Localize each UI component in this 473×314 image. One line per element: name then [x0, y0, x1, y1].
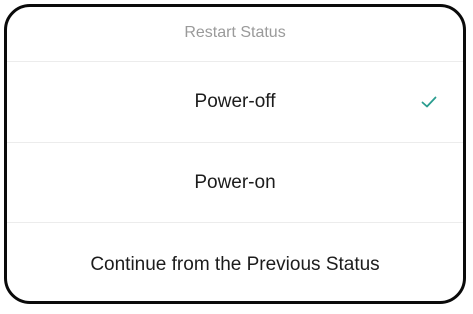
- option-power-on[interactable]: Power-on: [7, 143, 463, 222]
- option-label: Continue from the Previous Status: [90, 254, 380, 275]
- option-label: Power-on: [194, 171, 276, 193]
- option-continue-previous-status[interactable]: Continue from the Previous Status: [7, 223, 463, 301]
- restart-status-dialog: Restart Status Power-off Power-on Contin…: [4, 4, 466, 304]
- option-power-off[interactable]: Power-off: [7, 62, 463, 142]
- option-label: Power-off: [194, 91, 276, 112]
- dialog-title: Restart Status: [184, 24, 286, 41]
- checkmark-icon: [421, 96, 437, 108]
